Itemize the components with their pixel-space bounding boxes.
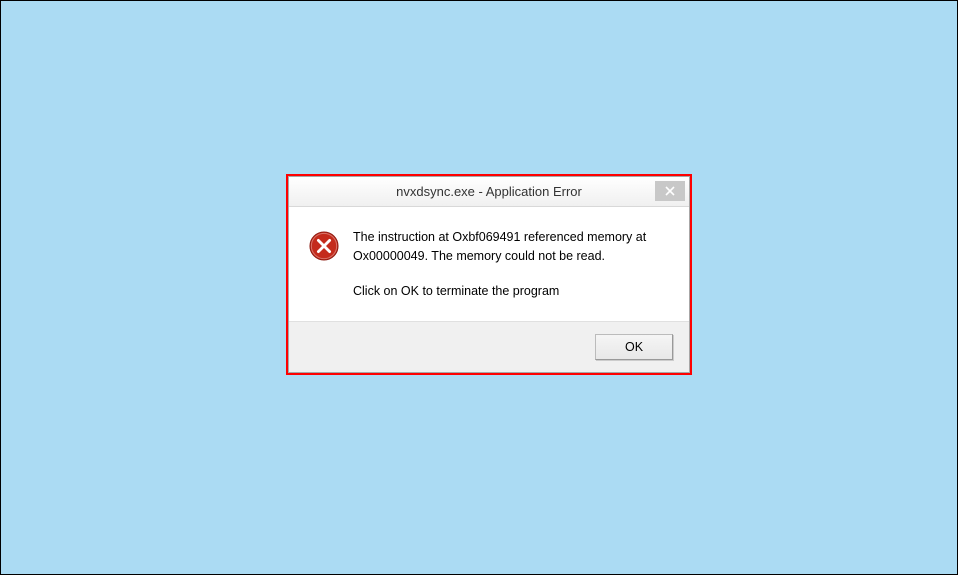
close-icon <box>665 186 675 196</box>
message-text-line2: Ox00000049. The memory could not be read… <box>353 248 669 266</box>
message-text-line3: Click on OK to terminate the program <box>353 283 669 301</box>
dialog-content: The instruction at Oxbf069491 referenced… <box>289 207 689 321</box>
error-icon <box>309 231 339 261</box>
dialog-window: nvxdsync.exe - Application Error The ins… <box>288 176 690 373</box>
titlebar: nvxdsync.exe - Application Error <box>289 177 689 207</box>
button-bar: OK <box>289 321 689 372</box>
message-area: The instruction at Oxbf069491 referenced… <box>353 229 669 301</box>
error-dialog: nvxdsync.exe - Application Error The ins… <box>286 174 692 375</box>
dialog-title: nvxdsync.exe - Application Error <box>289 184 689 199</box>
close-button[interactable] <box>655 181 685 201</box>
message-text-line1: The instruction at Oxbf069491 referenced… <box>353 229 669 247</box>
ok-button[interactable]: OK <box>595 334 673 360</box>
